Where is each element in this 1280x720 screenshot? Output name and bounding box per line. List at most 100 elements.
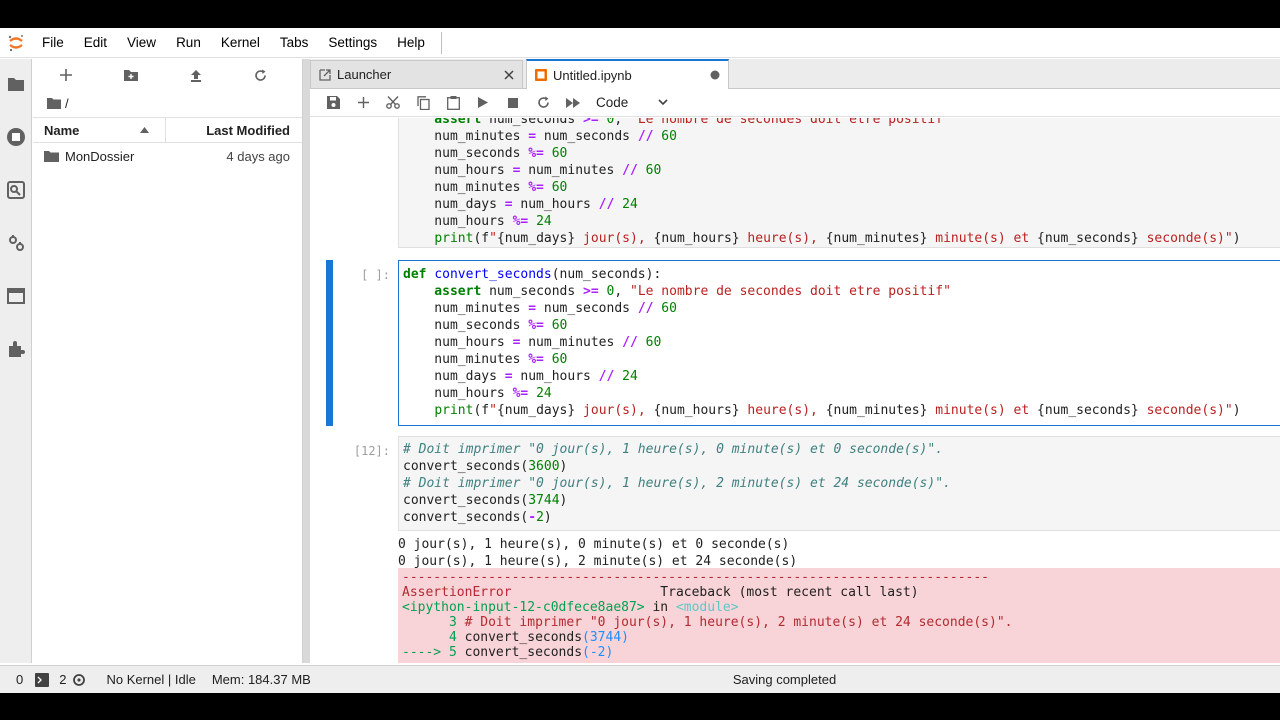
upload-icon	[190, 69, 201, 82]
breadcrumb: /	[33, 91, 302, 115]
notebook-toolbar: Code	[310, 89, 1280, 117]
line-text: convert_seconds	[464, 645, 583, 660]
jupyterlab-window: File Edit View Run Kernel Tabs Settings …	[0, 28, 1280, 693]
plus-icon	[357, 97, 369, 108]
copy-button[interactable]	[408, 91, 438, 115]
code-cell[interactable]: assert num_seconds >= 0, "Le nombre de s…	[310, 118, 1280, 248]
chevron-down-icon	[658, 99, 668, 106]
cut-button[interactable]	[378, 91, 408, 115]
cell-editor[interactable]: assert num_seconds >= 0, "Le nombre de s…	[398, 118, 1280, 248]
column-modified-header[interactable]: Last Modified	[166, 123, 302, 138]
code-line: # Doit imprimer "0 jour(s), 1 heure(s), …	[403, 442, 944, 457]
tab-launcher[interactable]: Launcher	[310, 60, 523, 88]
code-line: num_days = num_hours // 24	[403, 197, 638, 212]
code-cell-active[interactable]: [ ]: def convert_seconds(num_seconds): a…	[310, 260, 1280, 426]
line-number: 4	[402, 630, 465, 645]
code-line: # Doit imprimer "0 jour(s), 1 heure(s), …	[403, 476, 951, 491]
property-inspector-icon[interactable]	[5, 232, 27, 254]
panel-splitter[interactable]	[303, 59, 310, 663]
traceback-dashes: ----------------------------------------…	[402, 570, 989, 585]
restart-button[interactable]	[528, 91, 558, 115]
tab-bar: Launcher Untitled.ipynb	[310, 59, 1280, 89]
code-line: num_days = num_hours // 24	[403, 369, 638, 384]
file-list-header: Name Last Modified	[33, 117, 302, 143]
cell-editor[interactable]: # Doit imprimer "0 jour(s), 1 heure(s), …	[398, 436, 1280, 531]
insert-cell-button[interactable]	[348, 91, 378, 115]
output-line: 0 jour(s), 1 heure(s), 0 minute(s) et 0 …	[398, 537, 790, 552]
command-palette-icon[interactable]	[5, 179, 27, 201]
memory-usage: Mem: 184.37 MB	[211, 672, 311, 687]
column-name-header[interactable]: Name	[33, 118, 166, 142]
menu-file[interactable]: File	[32, 28, 74, 58]
save-status: Saving completed	[732, 672, 837, 687]
refresh-button[interactable]	[228, 59, 293, 91]
cell-type-value: Code	[596, 95, 629, 110]
tab-notebook-label: Untitled.ipynb	[553, 67, 632, 83]
menu-help[interactable]: Help	[387, 28, 435, 58]
copy-icon	[416, 95, 430, 110]
traceback-line: 3 # Doit imprimer "0 jour(s), 1 heure(s)…	[402, 615, 1280, 630]
kernel-gear-icon[interactable]	[72, 673, 86, 687]
terminal-icon[interactable]	[35, 672, 50, 687]
new-launcher-button[interactable]	[33, 59, 98, 91]
code-line: print(f"{num_days} jour(s), {num_hours} …	[434, 231, 1241, 246]
menu-settings[interactable]: Settings	[318, 28, 387, 58]
interrupt-button[interactable]	[498, 91, 528, 115]
status-bar: 0 2 No Kernel | Idle Mem: 184.37 MB Savi…	[0, 665, 1280, 693]
running-kernels-icon[interactable]	[5, 126, 27, 148]
restart-run-all-button[interactable]	[558, 91, 588, 115]
file-list-item[interactable]: MonDossier 4 days ago	[33, 144, 302, 168]
file-browser-toolbar	[33, 59, 302, 91]
sort-ascending-icon	[140, 127, 149, 133]
main-area: Launcher Untitled.ipynb Code assert num_…	[310, 59, 1280, 663]
menu-edit[interactable]: Edit	[74, 28, 117, 58]
menu-kernel[interactable]: Kernel	[211, 28, 270, 58]
close-icon[interactable]	[504, 69, 514, 80]
launcher-icon	[319, 68, 331, 81]
cell-prompt: [ ]:	[361, 268, 390, 282]
code-line: num_minutes %= 60	[403, 352, 568, 367]
save-button[interactable]	[318, 91, 348, 115]
traceback-line: 4 convert_seconds(3744)	[402, 630, 1280, 645]
code-line: num_seconds %= 60	[403, 146, 568, 161]
line-arrow: ----> 5	[402, 645, 465, 660]
line-text: # Doit imprimer "0 jour(s), 1 heure(s), …	[464, 615, 1013, 630]
code-line: num_hours = num_minutes // 60	[403, 163, 662, 178]
cell-type-dropdown[interactable]: Code	[596, 95, 668, 110]
code-line: num_minutes = num_seconds // 60	[403, 301, 677, 316]
cell-editor[interactable]: def convert_seconds(num_seconds): assert…	[398, 260, 1280, 426]
kernel-count[interactable]: 2	[49, 672, 72, 687]
code-line: num_hours %= 24	[403, 214, 552, 229]
kernel-status[interactable]: No Kernel | Idle	[86, 672, 201, 687]
folder-icon	[44, 151, 59, 162]
cell-output-stdout: 0 jour(s), 1 heure(s), 0 minute(s) et 0 …	[398, 536, 797, 570]
traceback-title: Traceback (most recent call last)	[660, 585, 919, 600]
code-line: num_minutes %= 60	[403, 180, 568, 195]
paste-button[interactable]	[438, 91, 468, 115]
run-button[interactable]	[468, 91, 498, 115]
code-cell[interactable]: [12]: # Doit imprimer "0 jour(s), 1 heur…	[310, 436, 1280, 663]
notebook-icon	[535, 69, 547, 81]
upload-button[interactable]	[163, 59, 228, 91]
code-line: num_hours = num_minutes // 60	[403, 335, 662, 350]
unsaved-dot-icon[interactable]	[710, 70, 720, 80]
code-line: num_seconds %= 60	[403, 318, 568, 333]
menu-tabs[interactable]: Tabs	[270, 28, 319, 58]
refresh-icon	[255, 69, 266, 81]
notebook-panel[interactable]: assert num_seconds >= 0, "Le nombre de s…	[310, 118, 1280, 663]
terminal-count[interactable]: 0	[0, 672, 29, 687]
folder-icon[interactable]	[5, 73, 27, 95]
new-folder-icon	[123, 69, 138, 81]
folder-home-icon[interactable]	[47, 97, 61, 109]
new-folder-button[interactable]	[98, 59, 163, 91]
extensions-icon[interactable]	[5, 338, 27, 360]
scissors-icon	[386, 96, 400, 109]
menu-run[interactable]: Run	[166, 28, 211, 58]
menu-view[interactable]: View	[117, 28, 166, 58]
menu-separator	[440, 31, 442, 54]
tab-notebook[interactable]: Untitled.ipynb	[526, 59, 729, 89]
code-line: convert_seconds(3744)	[403, 493, 568, 508]
active-cell-marker	[326, 260, 333, 426]
breadcrumb-path[interactable]: /	[65, 96, 69, 111]
open-tabs-icon[interactable]	[5, 285, 27, 307]
